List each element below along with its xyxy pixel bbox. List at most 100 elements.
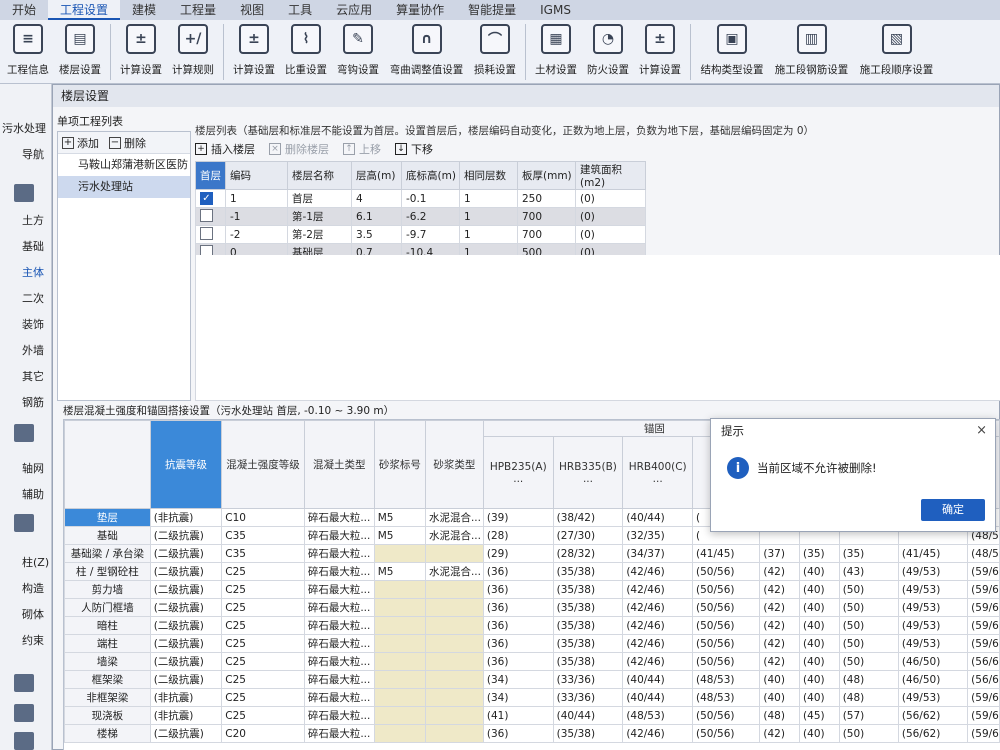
strength-cell-f[interactable]: (35) (799, 544, 840, 563)
strength-cell-grade[interactable]: C25 (221, 670, 305, 689)
strength-cell-g[interactable]: (50) (838, 724, 899, 743)
strength-cell-type[interactable]: 碎石最大粒... (303, 526, 375, 545)
strength-cell-h[interactable]: (49/53) (897, 616, 969, 635)
add-project-button[interactable]: + 添加 (62, 135, 99, 151)
strength-cell-g[interactable]: (48) (838, 688, 899, 707)
strength-cell-seis[interactable]: (二级抗震) (149, 634, 223, 653)
strength-cell-grade[interactable]: C25 (221, 652, 305, 671)
floor-column-header[interactable]: 相同层数 (459, 161, 518, 190)
strength-cell-a[interactable]: (39) (482, 508, 554, 527)
strength-cell-seis[interactable]: (二级抗震) (149, 580, 223, 599)
strength-cell-c[interactable]: (40/44) (622, 688, 694, 707)
strength-cell-mortar[interactable] (373, 634, 426, 653)
delete-floor-button[interactable]: × 删除楼层 (269, 141, 329, 157)
strength-cell-e[interactable]: (42) (759, 598, 801, 617)
ribbon-tab[interactable]: 云应用 (324, 0, 384, 20)
floor-column-header[interactable]: 层高(m) (351, 161, 402, 190)
floor-cell-same[interactable]: 1 (459, 207, 518, 226)
strength-cell-grade[interactable]: C25 (221, 688, 305, 707)
rebar-column-header[interactable]: HPB235(A) ... (482, 436, 554, 509)
sidebar-item[interactable]: 柱(Z) (0, 554, 52, 572)
strength-cell-g[interactable]: (50) (838, 652, 899, 671)
strength-cell-seis[interactable]: (二级抗震) (149, 526, 223, 545)
strength-cell-b[interactable]: (38/42) (552, 508, 624, 527)
sidebar-item[interactable]: 其它 (0, 368, 52, 386)
strength-cell-g[interactable]: (50) (838, 616, 899, 635)
ribbon-tab[interactable]: 开始 (0, 0, 48, 20)
strength-cell-i[interactable]: (59/6 (967, 616, 1000, 635)
toolbar-button[interactable]: ⌒ 损耗设置 (469, 20, 521, 82)
strength-cell-d[interactable]: (50/56) (692, 616, 761, 635)
floor-column-header[interactable]: 建筑面积(m2) (575, 161, 646, 190)
strength-cell-g[interactable]: (50) (838, 598, 899, 617)
strength-cell-seis[interactable]: (非抗震) (149, 706, 223, 725)
strength-cell-type[interactable]: 碎石最大粒... (303, 598, 375, 617)
strength-cell-d[interactable]: (50/56) (692, 598, 761, 617)
strength-cell-f[interactable]: (40) (799, 688, 840, 707)
component-name-cell[interactable]: 暗柱 (64, 616, 151, 635)
insert-floor-button[interactable]: + 插入楼层 (195, 141, 255, 157)
strength-cell-h[interactable]: (49/53) (897, 580, 969, 599)
strength-cell-c[interactable]: (42/46) (622, 598, 694, 617)
strength-cell-g[interactable]: (43) (838, 562, 899, 581)
project-list-item[interactable]: 马鞍山郑蒲港新区医防 (58, 154, 190, 176)
toolbar-button[interactable]: ▧ 施工段顺序设置 (854, 20, 939, 82)
strength-cell-b[interactable]: (33/36) (552, 670, 624, 689)
toolbar-button[interactable]: ∩ 弯曲调整值设置 (384, 20, 469, 82)
move-up-button[interactable]: ↑ 上移 (343, 141, 381, 157)
component-name-cell[interactable]: 楼梯 (64, 724, 151, 743)
strength-cell-h[interactable]: (56/62) (897, 724, 969, 743)
strength-cell-a[interactable]: (36) (482, 724, 554, 743)
strength-cell-e[interactable]: (48) (759, 706, 801, 725)
strength-cell-mortar[interactable] (373, 580, 426, 599)
strength-cell-b[interactable]: (40/44) (552, 706, 624, 725)
strength-cell-mtype[interactable] (424, 616, 484, 635)
strength-row[interactable]: 现浇板 (非抗震) C25 碎石最大粒... (41) (40/44) (48/53) (50… (64, 706, 1000, 725)
strength-cell-a[interactable]: (41) (482, 706, 554, 725)
strength-cell-f[interactable]: (40) (799, 724, 840, 743)
first-floor-cell[interactable] (195, 225, 226, 244)
floor-cell-bottom[interactable]: -6.2 (401, 207, 460, 226)
strength-cell-mtype[interactable] (424, 580, 484, 599)
first-floor-checkbox[interactable]: ✓ (200, 192, 213, 205)
strength-cell-h[interactable]: (46/50) (897, 652, 969, 671)
ribbon-tab[interactable]: 工程量 (168, 0, 228, 20)
strength-cell-mortar[interactable] (373, 616, 426, 635)
strength-column-header[interactable]: 砂浆类型 (424, 420, 484, 509)
strength-cell-e[interactable]: (40) (759, 670, 801, 689)
close-icon[interactable]: × (976, 419, 987, 443)
first-floor-cell[interactable]: ✓ (195, 189, 226, 208)
strength-cell-b[interactable]: (35/38) (552, 634, 624, 653)
component-name-cell[interactable]: 剪力墙 (64, 580, 151, 599)
first-floor-cell[interactable] (195, 207, 226, 226)
strength-cell-c[interactable]: (34/37) (622, 544, 694, 563)
floor-cell-height[interactable]: 3.5 (351, 225, 402, 244)
strength-cell-a[interactable]: (36) (482, 616, 554, 635)
module-icon[interactable] (14, 732, 34, 750)
ribbon-tab[interactable]: IGMS (528, 0, 583, 20)
strength-cell-seis[interactable]: (二级抗震) (149, 670, 223, 689)
component-name-cell[interactable]: 基础梁 / 承台梁 (64, 544, 151, 563)
sidebar-item[interactable]: 基础 (0, 238, 52, 256)
floor-cell-area[interactable]: (0) (575, 207, 646, 226)
sidebar-item[interactable]: 外墙 (0, 342, 52, 360)
floor-cell-bottom[interactable]: -9.7 (401, 225, 460, 244)
floor-column-header[interactable]: 底标高(m) (401, 161, 460, 190)
component-name-cell[interactable]: 垫层 (64, 508, 151, 527)
toolbar-button[interactable]: ≡ 工程信息 (2, 20, 54, 82)
sidebar-item[interactable]: 污水处理 (0, 120, 52, 138)
strength-cell-mortar[interactable] (373, 670, 426, 689)
strength-cell-a[interactable]: (36) (482, 580, 554, 599)
floor-column-header[interactable]: 首层 (195, 161, 226, 190)
strength-cell-e[interactable]: (42) (759, 580, 801, 599)
strength-cell-seis[interactable]: (二级抗震) (149, 598, 223, 617)
strength-cell-g[interactable]: (35) (838, 544, 899, 563)
strength-cell-mortar[interactable] (373, 706, 426, 725)
module-icon[interactable] (14, 424, 34, 442)
strength-cell-e[interactable]: (40) (759, 688, 801, 707)
component-name-cell[interactable]: 柱 / 型钢砼柱 (64, 562, 151, 581)
floor-column-header[interactable]: 楼层名称 (287, 161, 352, 190)
ribbon-tab[interactable]: 算量协作 (384, 0, 456, 20)
strength-cell-h[interactable]: (41/45) (897, 544, 969, 563)
strength-column-header[interactable]: 抗震等级 (149, 420, 223, 509)
